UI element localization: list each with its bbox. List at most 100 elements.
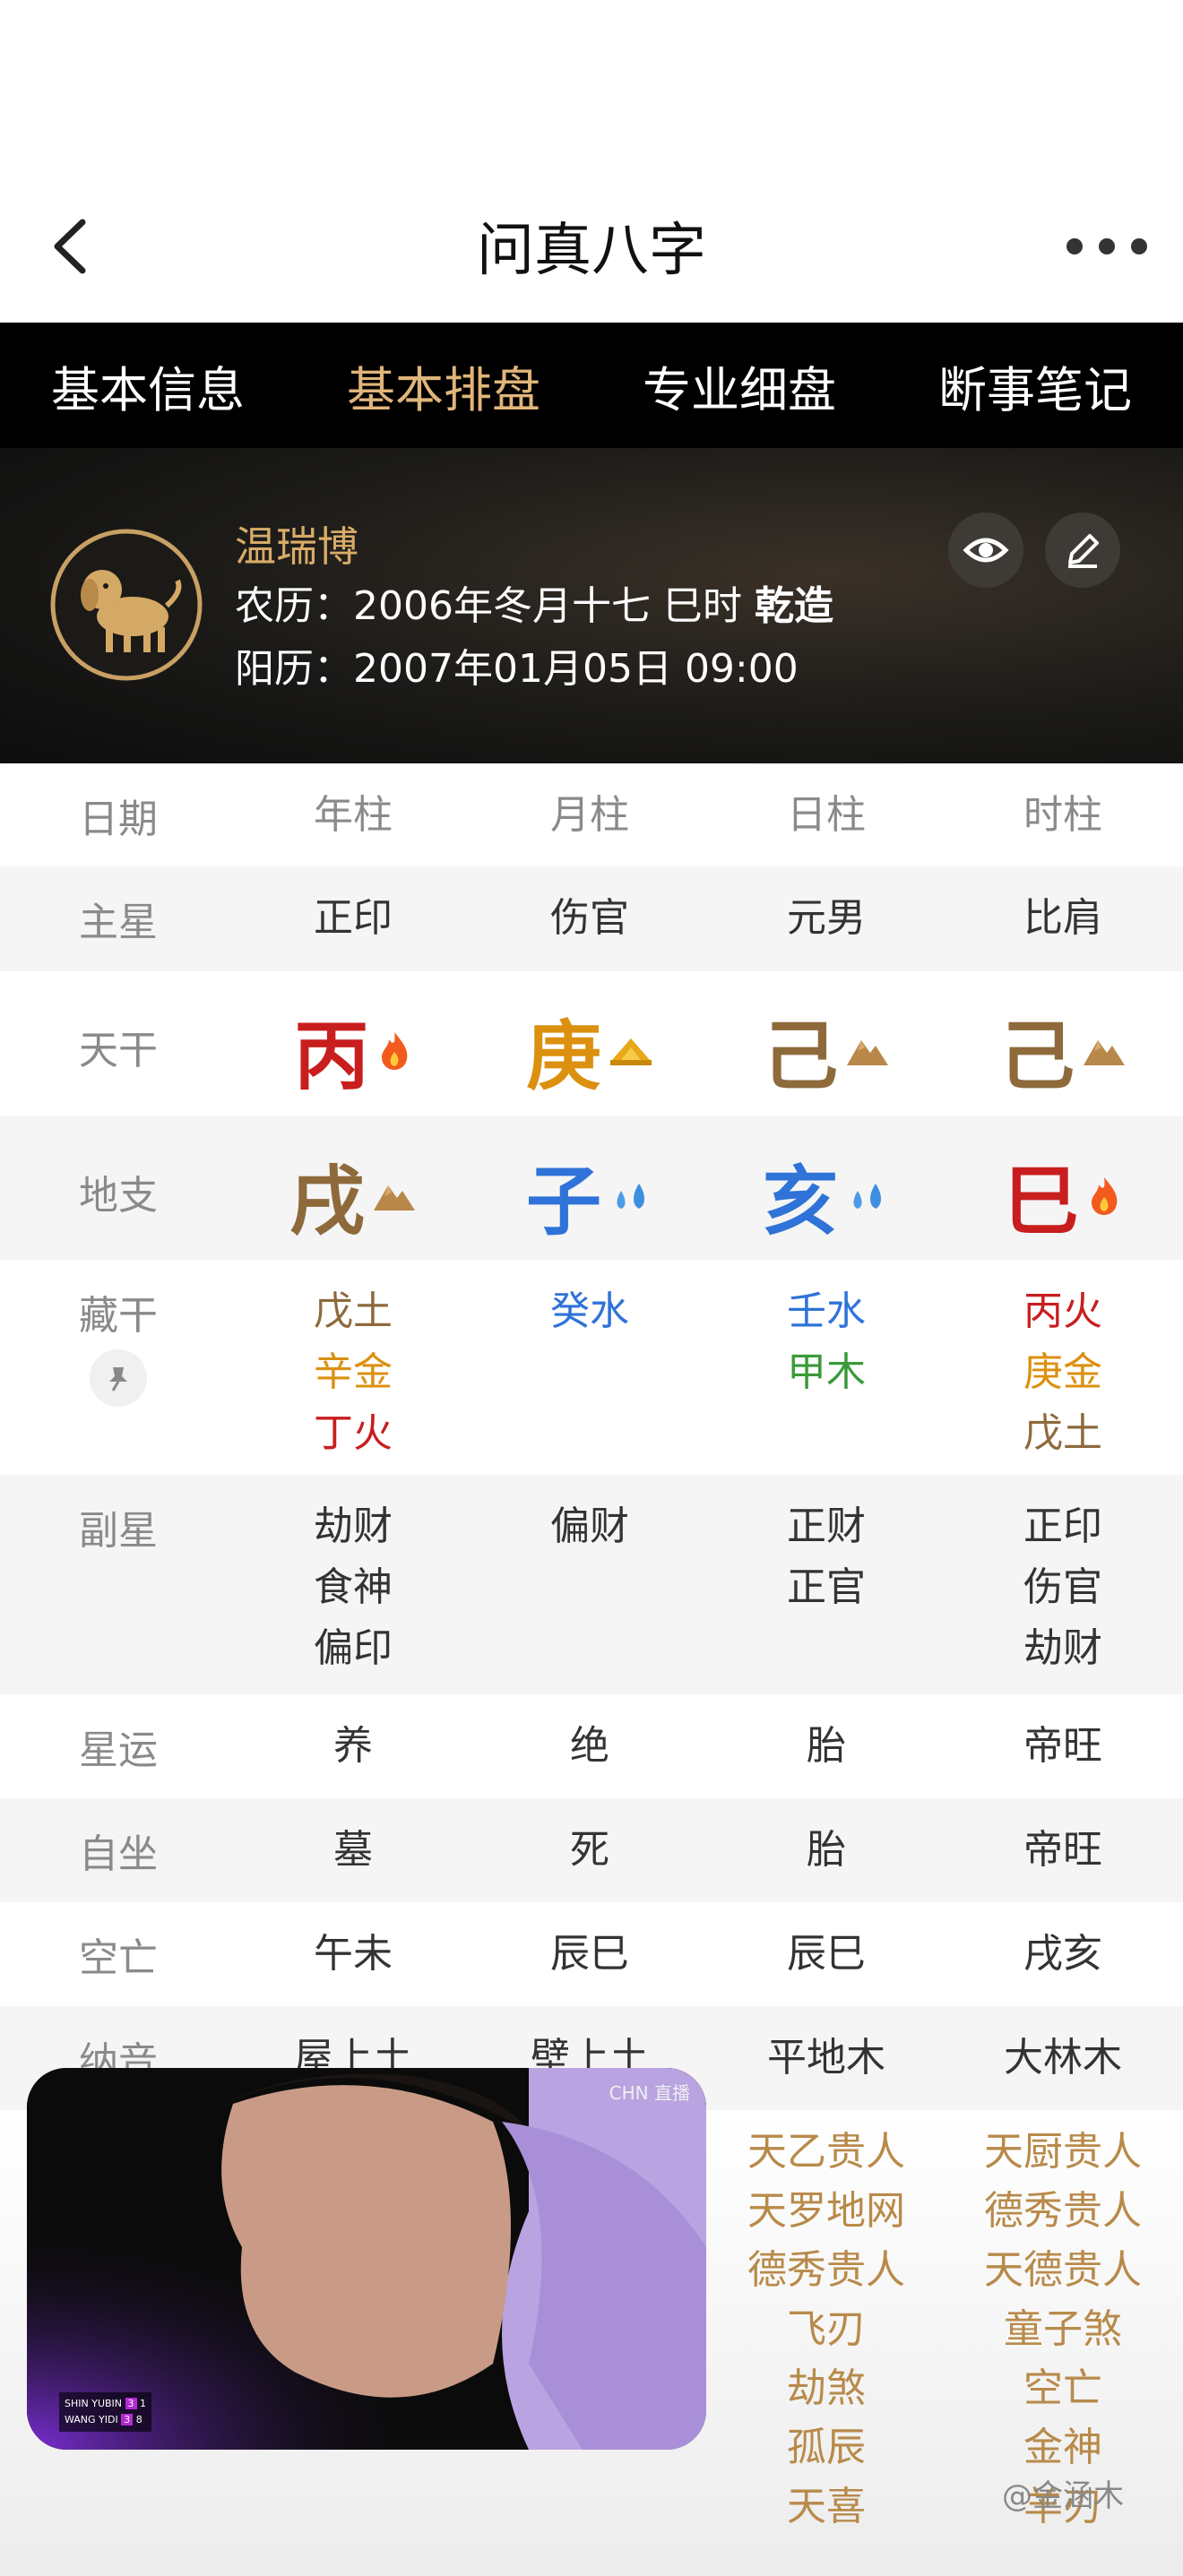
header-year: 年柱 xyxy=(314,792,393,838)
shensha-item[interactable]: 天厨贵人 xyxy=(946,2123,1179,2182)
gender-tag: 乾造 xyxy=(754,583,833,629)
stem-month-char: 庚 xyxy=(525,1012,601,1100)
tab-pro-chart[interactable]: 专业细盘 xyxy=(592,350,887,421)
navigation-bar: 问真八字 xyxy=(0,0,1183,323)
shensha-item[interactable]: 劫煞 xyxy=(710,2359,943,2418)
shensha-item[interactable]: 孤辰 xyxy=(710,2418,943,2477)
profile-name: 温瑞博 xyxy=(235,522,358,571)
player-1-score: 3 xyxy=(125,2398,137,2409)
self-seat-label: 自坐 xyxy=(79,1831,158,1877)
star-fortune-label: 星运 xyxy=(79,1727,158,1773)
header-month: 月柱 xyxy=(550,792,629,838)
secondary-star: 食神 xyxy=(314,1564,393,1610)
heavenly-stem-label: 天干 xyxy=(79,1028,158,1073)
branch-day: 亥 xyxy=(710,1142,943,1250)
header-row: 日期 年柱 月柱 日柱 时柱 xyxy=(0,763,1183,866)
void-year: 午未 xyxy=(314,1931,393,1977)
hidden-stem: 壬水 xyxy=(787,1288,866,1334)
tab-bar: 基本信息 基本排盘 专业细盘 断事笔记 xyxy=(0,323,1183,448)
watermark: @金涵木 xyxy=(1002,2478,1124,2514)
earthly-branch-row: 地支 戌 子 亥 巳 xyxy=(0,1116,1183,1260)
shensha-item[interactable]: 飞刃 xyxy=(710,2300,943,2359)
shensha-day: 天乙贵人 天罗地网 德秀贵人 飞刃 劫煞 孤辰 天喜 xyxy=(710,2123,943,2537)
hidden-stem: 癸水 xyxy=(550,1288,629,1334)
player-2-game: 8 xyxy=(135,2414,142,2425)
stem-day-char: 己 xyxy=(762,1012,838,1100)
stem-month: 庚 xyxy=(473,996,706,1105)
mountain-icon xyxy=(847,1039,888,1065)
video-badge: CHN 直播 xyxy=(609,2082,690,2104)
pin-button[interactable] xyxy=(90,1349,147,1407)
heavenly-stem-row: 天干 丙 庚 己 己 xyxy=(0,971,1183,1116)
hidden-stems-label: 藏干 xyxy=(79,1293,158,1339)
secondary-stars-year: 劫财 食神 偏印 xyxy=(237,1496,470,1679)
self-seat-day: 胎 xyxy=(807,1827,846,1873)
shensha-item[interactable]: 童子煞 xyxy=(946,2300,1179,2359)
dog-zodiac-avatar-icon xyxy=(50,529,203,681)
header-date: 日期 xyxy=(79,797,158,842)
secondary-star: 偏印 xyxy=(314,1625,393,1671)
edit-button[interactable] xyxy=(1045,513,1120,588)
secondary-star: 正财 xyxy=(787,1503,866,1549)
secondary-stars-day: 正财 正官 xyxy=(710,1496,943,1618)
page-title: 问真八字 xyxy=(477,218,706,284)
earthly-branch-label: 地支 xyxy=(79,1173,158,1219)
shensha-item[interactable]: 天乙贵人 xyxy=(710,2123,943,2182)
nayin-day: 平地木 xyxy=(767,2035,885,2081)
hidden-stem: 戊土 xyxy=(1023,1410,1102,1456)
hidden-stem: 庚金 xyxy=(1023,1349,1102,1395)
branch-hour-char: 巳 xyxy=(1003,1158,1079,1245)
shensha-item[interactable]: 空亡 xyxy=(946,2359,1179,2418)
water-drops-icon xyxy=(617,1183,644,1209)
secondary-stars-month: 偏财 xyxy=(473,1496,706,1557)
profile-card: 温瑞博 农历：2006年冬月十七 巳时 乾造 阳历：2007年01月05日 09… xyxy=(0,448,1183,763)
hidden-stem: 丙火 xyxy=(1023,1288,1102,1334)
tab-notes[interactable]: 断事笔记 xyxy=(887,350,1183,421)
main-star-label: 主星 xyxy=(79,900,158,945)
main-star-day: 元男 xyxy=(787,895,866,941)
void-hour: 戌亥 xyxy=(1023,1931,1102,1977)
void-label: 空亡 xyxy=(79,1935,158,1981)
pencil-icon xyxy=(1068,534,1099,568)
secondary-star: 正印 xyxy=(1023,1503,1102,1549)
mountain-icon xyxy=(374,1185,415,1210)
lunar-date-line: 农历：2006年冬月十七 巳时 乾造 xyxy=(235,573,833,631)
self-seat-hour: 帝旺 xyxy=(1023,1827,1102,1873)
stem-hour-char: 己 xyxy=(998,1012,1075,1100)
more-options-icon[interactable] xyxy=(1066,231,1147,262)
shensha-item[interactable]: 天喜 xyxy=(710,2477,943,2537)
floating-video-player[interactable]: CHN 直播 SHIN YUBIN 3 1 WANG YIDI 3 8 xyxy=(27,2068,706,2450)
hidden-stems-day: 壬水 甲木 xyxy=(710,1281,943,1403)
self-seat-year: 墓 xyxy=(333,1827,373,1873)
main-star-month: 伤官 xyxy=(550,895,629,941)
solar-date-line: 阳历：2007年01月05日 09:00 xyxy=(235,636,799,694)
shensha-item[interactable]: 天德贵人 xyxy=(946,2241,1179,2300)
header-hour: 时柱 xyxy=(1023,792,1102,838)
branch-month-char: 子 xyxy=(525,1158,601,1245)
player-1-game: 1 xyxy=(140,2398,147,2409)
mountain-icon xyxy=(1084,1039,1125,1065)
self-seat-row: 自坐 墓 死 胎 帝旺 xyxy=(0,1798,1183,1902)
stem-year: 丙 xyxy=(237,996,470,1105)
scoreboard: SHIN YUBIN 3 1 WANG YIDI 3 8 xyxy=(59,2392,152,2432)
shensha-item[interactable]: 德秀贵人 xyxy=(710,2241,943,2300)
secondary-star: 劫财 xyxy=(1023,1625,1102,1671)
shensha-item[interactable]: 金神 xyxy=(946,2418,1179,2477)
self-seat-month: 死 xyxy=(570,1827,609,1873)
eye-icon xyxy=(963,538,1009,563)
main-star-row: 主星 正印 伤官 元男 比肩 xyxy=(0,866,1183,971)
lunar-date: 2006年冬月十七 巳时 xyxy=(353,583,742,629)
tab-basic-info[interactable]: 基本信息 xyxy=(0,350,296,421)
shensha-item[interactable]: 德秀贵人 xyxy=(946,2182,1179,2241)
eye-button[interactable] xyxy=(948,513,1023,588)
pin-icon xyxy=(109,1367,127,1391)
hidden-stem: 丁火 xyxy=(314,1410,393,1456)
hidden-stems-month: 癸水 xyxy=(473,1281,706,1342)
hidden-stem: 戊土 xyxy=(314,1288,393,1334)
lunar-label: 农历： xyxy=(235,583,353,629)
player-2-score: 3 xyxy=(121,2414,134,2425)
shensha-item[interactable]: 天罗地网 xyxy=(710,2182,943,2241)
secondary-star: 偏财 xyxy=(550,1503,629,1549)
fire-icon xyxy=(1092,1176,1118,1215)
tab-basic-chart[interactable]: 基本排盘 xyxy=(296,350,592,421)
